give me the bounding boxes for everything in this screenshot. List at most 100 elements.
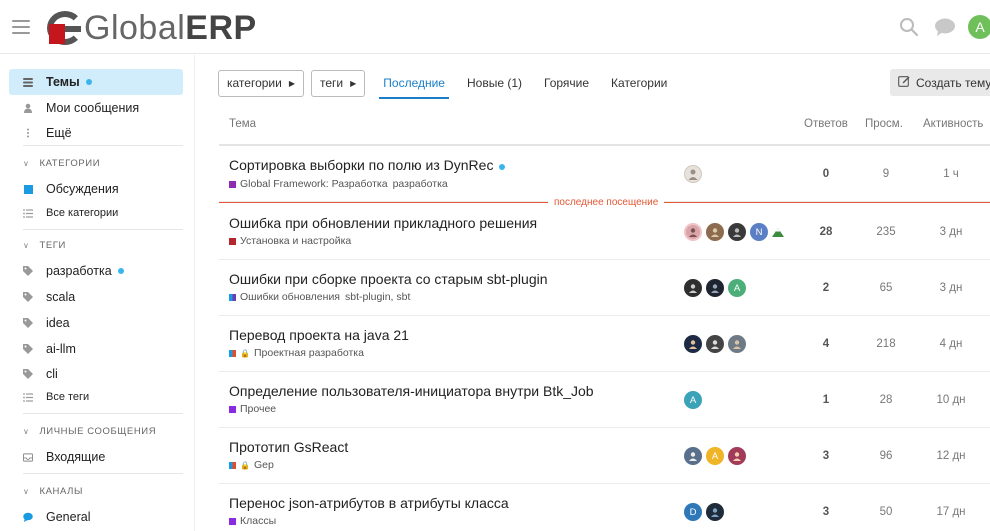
topic-tags[interactable]: разработка [393, 178, 448, 190]
topic-title[interactable]: Определение пользователя-инициатора внут… [229, 383, 594, 399]
user-avatar[interactable]: A [968, 15, 990, 39]
section-title: ТЕГИ [39, 240, 66, 251]
topic-replies: 2 [822, 282, 830, 294]
topic-activity[interactable]: 17 дн [921, 506, 981, 518]
sidebar-tag-item[interactable]: scala [9, 284, 183, 310]
topic-title[interactable]: Ошибки при сборке проекта со старым sbt-… [229, 271, 548, 287]
tab-new[interactable]: Новые (1) [467, 69, 522, 97]
topic-category[interactable]: Установка и настройка [240, 235, 351, 247]
topic-nav: категории ▶ теги ▶ Последние Новые (1) Г… [218, 69, 678, 99]
topic-views: 28 [879, 394, 893, 406]
sidebar-item-all-categories[interactable]: Все категории [9, 200, 183, 226]
poster-avatar[interactable]: N [750, 223, 768, 241]
topic-title[interactable]: Перенос json-атрибутов в атрибуты класса [229, 495, 509, 511]
poster-avatar[interactable]: A [728, 279, 746, 297]
section-categories[interactable]: ∨ КАТЕГОРИИ [23, 158, 100, 169]
column-topic[interactable]: Тема [229, 118, 256, 130]
poster-avatar[interactable]: A [706, 447, 724, 465]
tag-icon [23, 266, 33, 276]
topic-title[interactable]: Перевод проекта на java 21 [229, 327, 409, 343]
topic-activity[interactable]: 10 дн [921, 394, 981, 406]
topic-activity[interactable]: 1 ч [921, 168, 981, 180]
sidebar-item-all-tags[interactable]: Все теги [9, 384, 183, 410]
category-color-icon [229, 180, 236, 188]
search-icon[interactable] [896, 14, 922, 40]
topic-replies: 3 [822, 450, 830, 462]
topic-meta: 🔒 Gep [229, 459, 274, 471]
topic-category[interactable]: Gep [254, 459, 274, 471]
column-views[interactable]: Просм. [865, 118, 903, 130]
topic-category[interactable]: Проектная разработка [254, 347, 364, 359]
topic-activity[interactable]: 3 дн [921, 282, 981, 294]
poster-avatar[interactable] [684, 165, 702, 183]
sidebar: Темы Мои сообщения Ещё ∨ КАТЕГОРИИ Обсуж… [0, 55, 195, 531]
poster-avatar[interactable] [684, 223, 702, 241]
hamburger-icon[interactable] [12, 20, 30, 34]
chevron-down-icon: ∨ [23, 159, 30, 168]
chevron-down-icon: ∨ [23, 241, 30, 250]
topic-category[interactable]: Ошибки обновления [240, 291, 340, 303]
topic-title[interactable]: Прототип GsReact [229, 439, 348, 455]
create-topic-button[interactable]: Создать тему [890, 69, 990, 96]
topic-row: Перенос json-атрибутов в атрибуты класса… [219, 484, 990, 531]
section-title: КАТЕГОРИИ [39, 158, 101, 169]
tab-categories[interactable]: Категории [611, 69, 667, 97]
tag-icon [23, 344, 33, 354]
tab-latest[interactable]: Последние [379, 69, 449, 99]
categories-dropdown[interactable]: категории ▶ [218, 69, 304, 97]
section-tags[interactable]: ∨ ТЕГИ [23, 240, 66, 251]
poster-avatar[interactable] [706, 503, 724, 521]
sidebar-item-discussions[interactable]: Обсуждения [9, 176, 183, 202]
poster-avatar[interactable] [684, 279, 702, 297]
topic-replies: 4 [822, 338, 830, 350]
topic-category[interactable]: Global Framework: Разработка [240, 178, 388, 190]
topic-posters: A [684, 447, 746, 465]
topic-title[interactable]: Ошибка при обновлении прикладного решени… [229, 215, 537, 231]
topic-category[interactable]: Классы [240, 515, 276, 527]
topic-activity[interactable]: 4 дн [921, 338, 981, 350]
sidebar-item-label: Обсуждения [46, 182, 119, 196]
inbox-icon [23, 452, 33, 462]
sidebar-tag-item[interactable]: idea [9, 310, 183, 336]
list-icon [23, 392, 33, 402]
column-replies[interactable]: Ответов [804, 118, 848, 130]
poster-avatar[interactable] [728, 335, 746, 353]
poster-avatar[interactable] [728, 447, 746, 465]
poster-avatar[interactable] [684, 335, 702, 353]
caret-right-icon: ▶ [350, 78, 357, 88]
topic-row: Ошибка при обновлении прикладного решени… [219, 204, 990, 260]
sidebar-tag-item[interactable]: ai-llm [9, 336, 183, 362]
poster-avatar[interactable] [706, 223, 724, 241]
poster-avatar[interactable] [684, 447, 702, 465]
poster-avatar[interactable] [728, 223, 746, 241]
category-color-icon [229, 461, 236, 469]
section-title: КАНАЛЫ [39, 486, 83, 497]
sidebar-item-label: Ещё [46, 126, 72, 140]
sidebar-item-inbox[interactable]: Входящие [9, 444, 183, 470]
tags-dropdown[interactable]: теги ▶ [310, 69, 366, 97]
column-activity[interactable]: Активность [923, 118, 983, 130]
topic-activity[interactable]: 3 дн [921, 226, 981, 238]
topic-activity[interactable]: 12 дн [921, 450, 981, 462]
chat-icon[interactable] [932, 14, 958, 40]
topic-row: Прототип GsReact 🔒 Gep A 3 96 12 дн [219, 428, 990, 484]
sidebar-item-topics[interactable]: Темы [9, 69, 183, 95]
poster-avatar[interactable] [706, 335, 724, 353]
tab-hot[interactable]: Горячие [544, 69, 589, 97]
poster-avatar[interactable]: D [684, 503, 702, 521]
sidebar-tag-item[interactable]: разработка [9, 258, 183, 284]
poster-avatar[interactable]: A [684, 391, 702, 409]
sidebar-item-more[interactable]: Ещё [9, 120, 183, 146]
sidebar-item-channel-general[interactable]: General [9, 504, 183, 530]
section-channels[interactable]: ∨ КАНАЛЫ [23, 486, 83, 497]
section-messages[interactable]: ∨ ЛИЧНЫЕ СООБЩЕНИЯ [23, 426, 156, 437]
sidebar-item-my-posts[interactable]: Мои сообщения [9, 95, 183, 121]
topic-title[interactable]: Сортировка выборки по полю из DynRec [229, 157, 506, 173]
more-vertical-icon [23, 128, 33, 138]
topic-category[interactable]: Прочее [240, 403, 276, 415]
topic-views: 96 [879, 450, 893, 462]
topic-tags[interactable]: sbt-plugin, sbt [345, 291, 410, 303]
poster-avatar[interactable] [706, 279, 724, 297]
site-logo[interactable]: GlobalERP [47, 10, 257, 46]
caret-right-icon: ▶ [288, 78, 295, 88]
